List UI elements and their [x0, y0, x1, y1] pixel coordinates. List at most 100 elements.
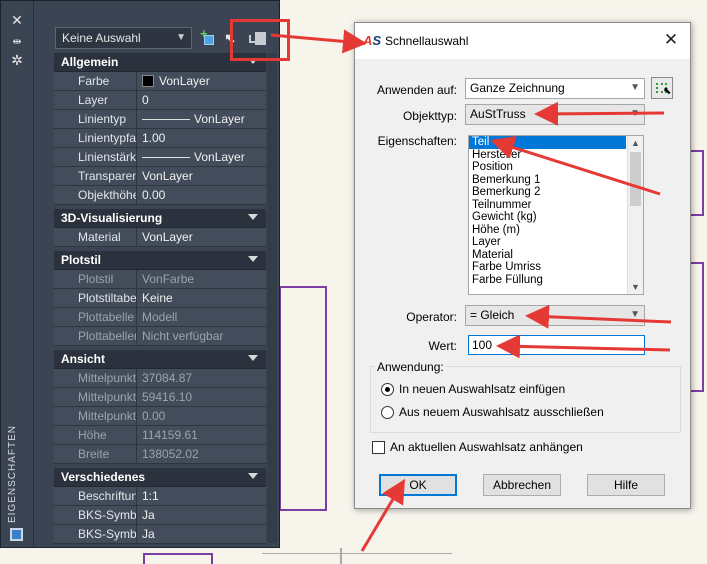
property-row[interactable]: Linientyp VonLayer: [54, 110, 266, 129]
list-item[interactable]: Teilnummer: [469, 199, 626, 212]
ok-button[interactable]: OK: [379, 474, 457, 496]
property-row[interactable]: BKS-Symbol... Ja: [54, 525, 266, 544]
property-row[interactable]: BKS-Symbol... Ja: [54, 506, 266, 525]
property-row[interactable]: Transparenz VonLayer: [54, 167, 266, 186]
operator-value: = Gleich: [470, 308, 515, 322]
list-item[interactable]: Farbe Füllung: [469, 274, 626, 287]
property-row[interactable]: Plottabellen... Nicht verfügbar: [54, 327, 266, 346]
autohide-icon[interactable]: ⇹: [9, 34, 25, 50]
property-value[interactable]: 138052.02: [137, 445, 266, 463]
scroll-down-icon[interactable]: ▼: [631, 282, 640, 292]
property-row[interactable]: Mittelpunkt Z 0.00: [54, 407, 266, 426]
section-header[interactable]: Verschiedenes: [54, 468, 266, 487]
radio-exclude[interactable]: [381, 406, 394, 419]
list-item[interactable]: Material: [469, 249, 626, 262]
list-item[interactable]: Höhe (m): [469, 224, 626, 237]
property-value[interactable]: 114159.61: [137, 426, 266, 444]
section-title: Allgemein: [61, 55, 119, 69]
dialog-titlebar: AS Schnellauswahl ✕: [355, 23, 690, 59]
property-row[interactable]: Layer 0: [54, 91, 266, 110]
property-value[interactable]: 0.00: [137, 186, 266, 204]
append-checkbox[interactable]: [372, 441, 385, 454]
property-row[interactable]: Farbe VonLayer: [54, 72, 266, 91]
object-type-dropdown[interactable]: AuStTruss ▼: [465, 104, 645, 125]
property-value[interactable]: Modell: [137, 308, 266, 326]
property-value[interactable]: 1:1: [137, 487, 266, 505]
property-row[interactable]: Mittelpunkt X 37084.87: [54, 369, 266, 388]
property-value[interactable]: VonLayer: [137, 148, 266, 166]
selection-dropdown[interactable]: Keine Auswahl ▼: [55, 27, 192, 49]
property-row[interactable]: Beschriftun... 1:1: [54, 487, 266, 506]
radio-include-label[interactable]: In neuen Auswahlsatz einfügen: [399, 382, 565, 396]
section-header[interactable]: Plotstil: [54, 251, 266, 270]
property-row[interactable]: Plotstil VonFarbe: [54, 270, 266, 289]
collapse-icon[interactable]: [248, 256, 258, 262]
property-row[interactable]: Plotstiltabelle Keine: [54, 289, 266, 308]
gear-icon[interactable]: ✲: [9, 53, 25, 69]
property-row[interactable]: Linienstärke VonLayer: [54, 148, 266, 167]
scroll-up-icon[interactable]: ▲: [631, 138, 640, 148]
list-item[interactable]: Teil: [469, 136, 626, 149]
apply-to-dropdown[interactable]: Ganze Zeichnung ▼: [465, 78, 645, 99]
list-item[interactable]: Farbe Umriss: [469, 261, 626, 274]
property-value[interactable]: 1.00: [137, 129, 266, 147]
property-value[interactable]: VonLayer: [137, 110, 266, 128]
collapse-icon[interactable]: [248, 473, 258, 479]
property-value[interactable]: Keine: [137, 289, 266, 307]
select-objects-button[interactable]: ⬉: [651, 77, 673, 99]
object-type-label: Objekttyp:: [402, 109, 457, 123]
property-value[interactable]: 0: [137, 91, 266, 109]
scroll-thumb[interactable]: [630, 152, 641, 206]
list-item[interactable]: Hersteller: [469, 149, 626, 162]
toggle-pickadd-icon[interactable]: +: [200, 26, 218, 47]
property-value[interactable]: VonLayer: [137, 167, 266, 185]
app-logo-icon: AS: [363, 33, 382, 48]
listbox-scrollbar[interactable]: ▲ ▼: [627, 136, 643, 294]
property-value[interactable]: 37084.87: [137, 369, 266, 387]
palette-scrollbar[interactable]: [267, 53, 277, 543]
property-row[interactable]: Plottabelle z... Modell: [54, 308, 266, 327]
collapse-icon[interactable]: [248, 355, 258, 361]
close-icon[interactable]: ✕: [9, 13, 25, 29]
property-row[interactable]: Linientypfak... 1.00: [54, 129, 266, 148]
cad-line: [340, 548, 342, 564]
property-value[interactable]: 59416.10: [137, 388, 266, 406]
property-value[interactable]: Ja: [137, 506, 266, 524]
line-pattern-icon: [142, 157, 190, 158]
properties-palette: ✕ ⇹ ✲ EIGENSCHAFTEN Keine Auswahl ▼ + ⬉ …: [0, 0, 280, 548]
property-row[interactable]: Breite 138052.02: [54, 445, 266, 464]
property-value[interactable]: VonLayer: [137, 228, 266, 246]
list-item[interactable]: Bemerkung 1: [469, 174, 626, 187]
property-value[interactable]: 0.00: [137, 407, 266, 425]
property-name: Farbe: [54, 72, 137, 90]
radio-include[interactable]: [381, 383, 394, 396]
property-value[interactable]: Nicht verfügbar: [137, 327, 266, 345]
help-button[interactable]: Hilfe: [587, 474, 665, 496]
property-value-text: VonLayer: [194, 112, 245, 126]
value-input[interactable]: 100: [468, 335, 645, 355]
properties-listbox[interactable]: Teil Hersteller Position Bemerkung 1 Bemerku…: [468, 135, 644, 295]
close-icon[interactable]: ✕: [662, 31, 680, 49]
property-name: Plottabelle z...: [54, 308, 137, 326]
list-item[interactable]: Bemerkung 2: [469, 186, 626, 199]
collapse-icon[interactable]: [248, 214, 258, 220]
property-row[interactable]: Höhe 114159.61: [54, 426, 266, 445]
cancel-button[interactable]: Abbrechen: [483, 474, 561, 496]
section-header[interactable]: Ansicht: [54, 350, 266, 369]
section-header[interactable]: 3D-Visualisierung: [54, 209, 266, 228]
list-item[interactable]: Position: [469, 161, 626, 174]
property-name: Material: [54, 228, 137, 246]
list-item[interactable]: Layer: [469, 236, 626, 249]
property-row[interactable]: Objekthöhe 0.00: [54, 186, 266, 205]
list-item[interactable]: Gewicht (kg): [469, 211, 626, 224]
radio-exclude-label[interactable]: Aus neuem Auswahlsatz ausschließen: [399, 405, 604, 419]
property-value[interactable]: Ja: [137, 525, 266, 543]
property-value[interactable]: VonLayer: [137, 72, 266, 90]
property-value-text: VonFarbe: [142, 272, 195, 286]
property-value[interactable]: VonFarbe: [137, 270, 266, 288]
property-row[interactable]: Mittelpunkt Y 59416.10: [54, 388, 266, 407]
property-value-text: 0.00: [142, 188, 166, 202]
append-checkbox-label[interactable]: An aktuellen Auswahlsatz anhängen: [390, 440, 583, 454]
operator-dropdown[interactable]: = Gleich ▼: [465, 305, 645, 326]
property-row[interactable]: Material VonLayer: [54, 228, 266, 247]
